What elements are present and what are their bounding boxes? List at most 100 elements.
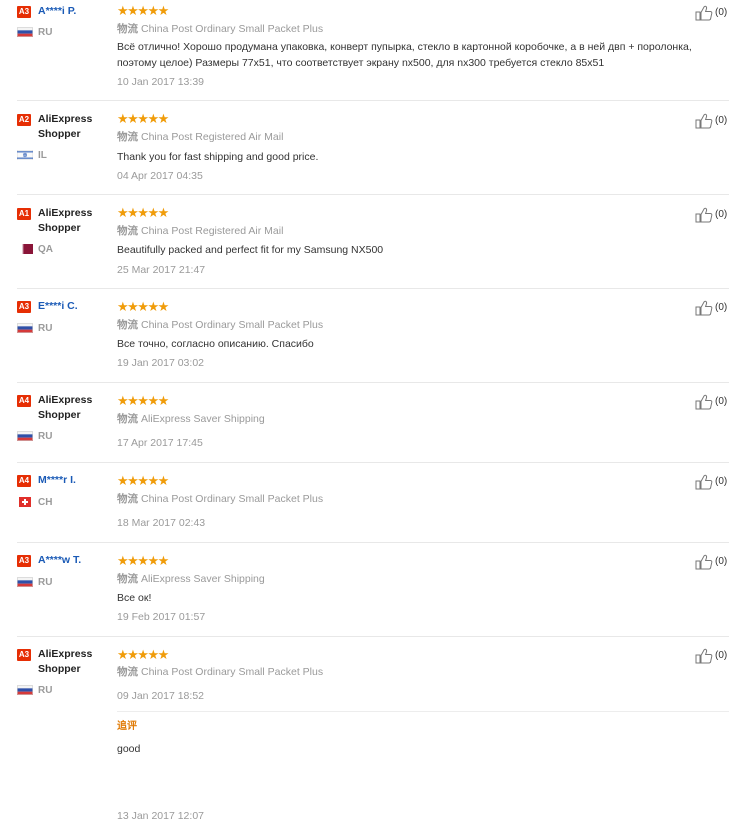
- shipping-method-value: AliExpress Saver Shipping: [141, 413, 265, 425]
- thumbs-up-icon[interactable]: [695, 394, 713, 410]
- reviewer-name-link[interactable]: M****r I.: [38, 473, 108, 488]
- shipping-label: 物流: [117, 493, 138, 505]
- reviewer-name: AliExpress Shopper: [38, 648, 93, 675]
- review-divider: [17, 636, 729, 637]
- ru-flag-icon: [17, 323, 33, 333]
- shipping-label: 物流: [117, 319, 138, 331]
- buyer-level-badge: A1: [17, 208, 31, 220]
- reviewer-country: RU: [38, 27, 53, 38]
- shipping-method-value: China Post Registered Air Mail: [141, 225, 284, 237]
- rating-stars: ★★★★★: [117, 205, 169, 220]
- review-divider: [17, 100, 729, 101]
- review-date: 09 Jan 2017 18:52: [117, 690, 204, 702]
- review-date: 10 Jan 2017 13:39: [117, 76, 204, 88]
- thumbs-up-icon[interactable]: [695, 113, 713, 129]
- shipping-method-value: China Post Ordinary Small Packet Plus: [141, 493, 324, 505]
- thumbs-up-icon[interactable]: [695, 207, 713, 223]
- thumbs-up-icon[interactable]: [695, 648, 713, 664]
- buyer-level-badge: A3: [17, 649, 31, 661]
- reviewer-country: RU: [38, 577, 53, 588]
- shipping-label: 物流: [117, 225, 138, 237]
- reviewer-country: QA: [38, 244, 53, 255]
- review-text: Thank you for fast shipping and good pri…: [117, 151, 319, 163]
- thumbs-up-icon[interactable]: [695, 5, 713, 21]
- review-divider: [17, 462, 729, 463]
- review-text: Beautifully packed and perfect fit for m…: [117, 244, 384, 256]
- review-text: Всё отлично! Хорошо продумана упаковка, …: [117, 41, 692, 69]
- shipping-method: 物流 China Post Ordinary Small Packet Plus: [117, 319, 323, 331]
- qa-flag-icon: [17, 244, 33, 254]
- review-date: 25 Mar 2017 21:47: [117, 264, 206, 276]
- thumbs-up-icon[interactable]: [695, 554, 713, 570]
- shipping-method: 物流 AliExpress Saver Shipping: [117, 573, 265, 585]
- buyer-level-badge: A4: [17, 395, 31, 407]
- shipping-method: 物流 AliExpress Saver Shipping: [117, 413, 265, 425]
- buyer-level-badge: A3: [17, 301, 31, 313]
- reviewer-country: RU: [38, 431, 53, 442]
- shipping-label: 物流: [117, 666, 138, 678]
- shipping-method-value: China Post Ordinary Small Packet Plus: [141, 666, 324, 678]
- buyer-level-badge: A3: [17, 6, 31, 18]
- review-date: 04 Apr 2017 04:35: [117, 170, 203, 182]
- buyer-level-badge: A4: [17, 475, 31, 487]
- reviewer-name: AliExpress Shopper: [38, 207, 93, 234]
- helpful-count: (0): [715, 556, 728, 567]
- reviewer-name-link[interactable]: E****i C.: [38, 299, 108, 314]
- reviewer-country: RU: [38, 685, 53, 696]
- thumbs-up-icon[interactable]: [695, 474, 713, 490]
- helpful-count: (0): [715, 302, 728, 313]
- helpful-count: (0): [715, 396, 728, 407]
- shipping-label: 物流: [117, 573, 138, 585]
- shipping-method-value: China Post Ordinary Small Packet Plus: [141, 23, 324, 35]
- additional-feedback-date: 13 Jan 2017 12:07: [117, 810, 204, 822]
- review-date: 19 Feb 2017 01:57: [117, 611, 206, 623]
- ru-flag-icon: [17, 431, 33, 441]
- review-date: 18 Mar 2017 02:43: [117, 517, 206, 529]
- ru-flag-icon: [17, 577, 33, 587]
- rating-stars: ★★★★★: [117, 553, 169, 568]
- ru-flag-icon: [17, 27, 33, 37]
- shipping-method: 物流 China Post Ordinary Small Packet Plus: [117, 666, 323, 678]
- ru-flag-icon: [17, 685, 33, 695]
- shipping-method: 物流 China Post Registered Air Mail: [117, 131, 283, 143]
- rating-stars: ★★★★★: [117, 393, 169, 408]
- rating-stars: ★★★★★: [117, 647, 169, 662]
- review-divider: [17, 288, 729, 289]
- shipping-label: 物流: [117, 23, 138, 35]
- review-text: Все точно, согласно описанию. Спасибо: [117, 338, 314, 350]
- helpful-count: (0): [715, 650, 728, 661]
- shipping-method-value: AliExpress Saver Shipping: [141, 573, 265, 585]
- helpful-count: (0): [715, 209, 728, 220]
- buyer-level-badge: A2: [17, 114, 31, 126]
- shipping-label: 物流: [117, 131, 138, 143]
- il-flag-icon: [17, 150, 33, 160]
- review-divider: [17, 542, 729, 543]
- additional-feedback-text: good: [117, 743, 141, 755]
- helpful-count: (0): [715, 7, 728, 18]
- reviewer-country: CH: [38, 497, 53, 508]
- shipping-method-value: China Post Ordinary Small Packet Plus: [141, 319, 324, 331]
- buyer-level-badge: A3: [17, 555, 31, 567]
- shipping-method: 物流 China Post Registered Air Mail: [117, 225, 283, 237]
- shipping-method: 物流 China Post Ordinary Small Packet Plus: [117, 23, 323, 35]
- thumbs-up-icon[interactable]: [695, 300, 713, 316]
- shipping-method: 物流 China Post Ordinary Small Packet Plus: [117, 493, 323, 505]
- additional-feedback-divider: [117, 711, 729, 712]
- rating-stars: ★★★★★: [117, 299, 169, 314]
- reviewer-name-link[interactable]: A****w T.: [38, 553, 108, 568]
- helpful-count: (0): [715, 476, 728, 487]
- rating-stars: ★★★★★: [117, 111, 169, 126]
- reviewer-name: AliExpress Shopper: [38, 113, 93, 140]
- reviewer-name: AliExpress Shopper: [38, 394, 93, 421]
- helpful-count: (0): [715, 115, 728, 126]
- ch-flag-icon: [19, 497, 31, 507]
- review-text: Все ок!: [117, 592, 152, 604]
- reviewer-country: IL: [38, 150, 47, 161]
- reviewer-name-link[interactable]: A****i P.: [38, 4, 108, 19]
- review-date: 19 Jan 2017 03:02: [117, 357, 204, 369]
- rating-stars: ★★★★★: [117, 473, 169, 488]
- reviewer-country: RU: [38, 323, 53, 334]
- shipping-method-value: China Post Registered Air Mail: [141, 131, 284, 143]
- additional-feedback-label: 追评: [117, 721, 137, 732]
- shipping-label: 物流: [117, 413, 138, 425]
